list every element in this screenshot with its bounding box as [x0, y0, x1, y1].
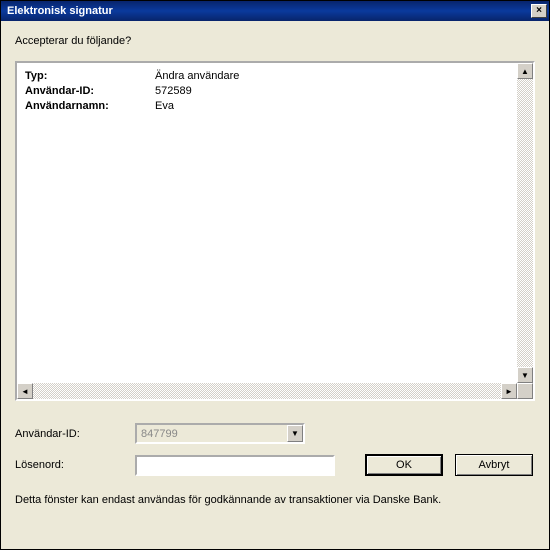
scroll-up-button[interactable]: ▲	[517, 63, 533, 79]
detail-value-type: Ändra användare	[155, 69, 509, 84]
vertical-scroll-track[interactable]	[517, 79, 533, 367]
scroll-left-button[interactable]: ◄	[17, 383, 33, 399]
password-row: Lösenord: OK Avbryt	[15, 454, 535, 476]
form-area: Användar-ID: 847799 ▼ Lösenord: OK Avbry…	[15, 423, 535, 486]
scroll-down-button[interactable]: ▼	[517, 367, 533, 383]
arrow-left-icon: ◄	[21, 387, 29, 396]
detail-row: Användar-ID: 572589	[25, 84, 509, 99]
detail-value-userid: 572589	[155, 84, 509, 99]
user-id-value: 847799	[141, 428, 178, 440]
horizontal-scroll-track[interactable]	[33, 383, 501, 399]
scroll-right-button[interactable]: ►	[501, 383, 517, 399]
dialog-window: Elektronisk signatur × Accepterar du föl…	[0, 0, 550, 550]
user-id-label: Användar-ID:	[15, 428, 135, 440]
arrow-right-icon: ►	[505, 387, 513, 396]
details-inner: Typ: Ändra användare Användar-ID: 572589…	[17, 63, 517, 383]
footer-note: Detta fönster kan endast användas för go…	[15, 494, 535, 506]
detail-label-userid: Användar-ID:	[25, 84, 155, 99]
arrow-down-icon: ▼	[521, 371, 529, 380]
detail-row: Typ: Ändra användare	[25, 69, 509, 84]
close-button[interactable]: ×	[531, 4, 547, 18]
dialog-content: Accepterar du följande? Typ: Ändra använ…	[1, 21, 549, 549]
window-title: Elektronisk signatur	[7, 5, 113, 17]
prompt-text: Accepterar du följande?	[15, 35, 535, 47]
arrow-up-icon: ▲	[521, 67, 529, 76]
close-icon: ×	[536, 6, 542, 16]
detail-row: Användarnamn: Eva	[25, 99, 509, 114]
detail-value-username: Eva	[155, 99, 509, 114]
scrollbar-corner	[517, 383, 533, 399]
password-label: Lösenord:	[15, 459, 135, 471]
cancel-button[interactable]: Avbryt	[455, 454, 533, 476]
horizontal-scrollbar[interactable]: ◄ ►	[17, 383, 517, 399]
detail-label-type: Typ:	[25, 69, 155, 84]
vertical-scrollbar[interactable]: ▲ ▼	[517, 63, 533, 383]
titlebar: Elektronisk signatur ×	[1, 1, 549, 21]
user-id-row: Användar-ID: 847799 ▼	[15, 423, 535, 444]
ok-button[interactable]: OK	[365, 454, 443, 476]
details-panel: Typ: Ändra användare Användar-ID: 572589…	[15, 61, 535, 401]
password-input[interactable]	[135, 455, 335, 476]
select-arrow-button[interactable]: ▼	[287, 425, 303, 442]
user-id-select[interactable]: 847799 ▼	[135, 423, 305, 444]
detail-label-username: Användarnamn:	[25, 99, 155, 114]
chevron-down-icon: ▼	[291, 429, 299, 438]
